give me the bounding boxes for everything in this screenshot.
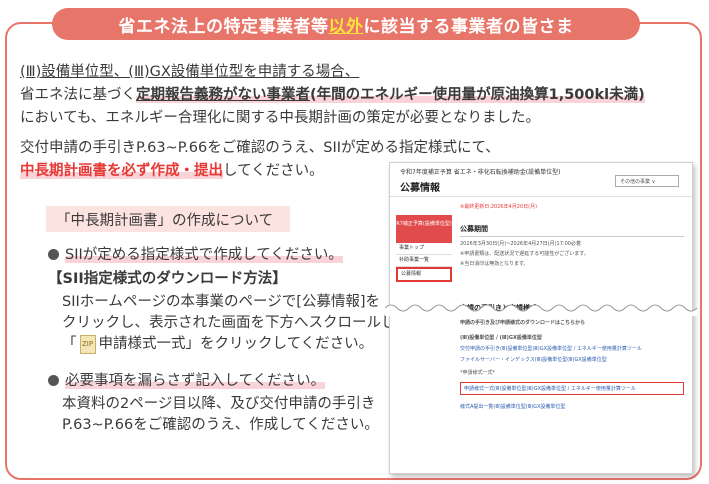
shot-sidebar-item-koubo[interactable]: 公募情報 [396,267,452,282]
shot-link-guide[interactable]: 交付申請の手引き(Ⅲ)設備単位型(Ⅲ)GX設備単位型 / エネルギー使用量計算ツ… [460,345,684,352]
intro-line-5: 中長期計画書を必ず作成・提出してください。 [20,163,324,179]
shot-page-title: 公募情報 [400,183,440,194]
shot-forms-note: *申請様式一式* [460,370,496,376]
bullet-1: SIIが定める指定様式で作成してください。 [48,244,343,266]
intro-line-3: においても、エネルギー合理化に関する中長期計画の策定が必要となりました。 [20,110,540,126]
shot-main-upper: ※最終更新日:2026年4月20日(月) 公募期間 2026年3月30日(月)~… [460,203,684,267]
note-line-2: P.63~P.66をご確認のうえ、作成してください。 [62,417,379,433]
torn-edge-divider [385,304,697,316]
download-step-1: SIIホームページの本事業のページで[公募情報]を [62,294,381,310]
shot-divider [390,196,692,197]
shot-sidebar-header: R7補正予算(設備単位型) [396,215,452,243]
shot-small-note-1: ※申請書類は、配送状況で遅延する可能性がございます。 [460,251,589,257]
banner-text-pre: 省エネ法上の特定事業者等 [118,16,329,37]
shot-other-programs-select[interactable]: その他の事業 ∨ [615,175,679,187]
shot-update-date: ※最終更新日:2026年4月20日(月) [460,204,538,210]
shot-link-index[interactable]: ファイルサーバー・インデックス(Ⅲ)設備単位型(Ⅲ)GX設備単位型 [460,356,684,363]
bullet-2: 必要事項を漏らさず記入してください。 [48,370,326,392]
shot-forms-subhead: (Ⅲ)設備単位型 / (Ⅲ)GX設備単位型 [460,335,542,341]
download-step-2: クリックし、表示された画面を下方へスクロールして [62,315,410,331]
zip-file-icon: ZIP [79,334,96,354]
section-subhead: 「中長期計画書」の作成について [46,206,290,232]
shot-section-period: 公募期間 [460,224,684,237]
shot-program-name: 令和7年度補正予算 省エネ・非化石転換補助金(設備単位型) [400,169,561,176]
shot-sidebar: R7補正予算(設備単位型) 事業トップ 补助事業一覧 公募情報 [396,215,452,282]
shot-forms-line: 申請の手引き及び申請様式のダウンロードはこちらから [460,320,586,326]
intro-line-4: 交付申請の手引きP.63~P.66をご確認のうえ、SIIが定める指定様式にて、 [20,140,500,156]
note-line-1: 本資料の2ページ目以降、及び交付申請の手引き [62,396,376,412]
intro-line-2: 省エネ法に基づく定期報告義務がない事業者(年間のエネルギー使用量が原油換算1,5… [20,87,645,103]
shot-link-forms[interactable]: 申請様式一式(Ⅲ)設備単位型(Ⅲ)GX設備単位型 / エネルギー使用量計算ツール [464,385,680,392]
shot-small-note-2: ※当日消印は無効となります。 [460,261,529,267]
shot-sidebar-item-list[interactable]: 补助事業一覧 [396,255,452,267]
shot-link-list[interactable]: 様式A提出一覧(Ⅲ)設備単位型(Ⅲ)GX設備単位型 [460,403,684,410]
download-method-heading: 【SII指定様式のダウンロード方法】 [48,271,287,287]
website-screenshot: 令和7年度補正予算 省エネ・非化石転換補助金(設備単位型) 公募情報 その他の事… [389,162,693,474]
bullet-dot-icon [48,374,59,386]
banner-highlight: 以外 [328,16,364,37]
shot-main-lower: 申請の手引きと申請様式 申請の手引き及び申請様式のダウンロードはこちらから (Ⅲ… [460,303,684,410]
title-banner: 省エネ法上の特定事業者等 以外 に該当する事業者の皆さま [52,8,640,40]
shot-period-line: 2026年3月30日(月)~2026年4月27日(月)17:00必着 [460,241,581,247]
shot-sidebar-item-top[interactable]: 事業トップ [396,243,452,255]
banner-text-post: に該当する事業者の皆さま [363,16,574,37]
bullet-dot-icon [48,248,59,260]
shot-highlight-box: 申請様式一式(Ⅲ)設備単位型(Ⅲ)GX設備単位型 / エネルギー使用量計算ツール [460,382,684,395]
intro-line-1: (Ⅲ)設備単位型、(Ⅲ)GX設備単位型を申請する場合、 [20,64,360,80]
download-step-3: 「ZIP 申請様式一式」をクリックしてください。 [62,334,374,354]
